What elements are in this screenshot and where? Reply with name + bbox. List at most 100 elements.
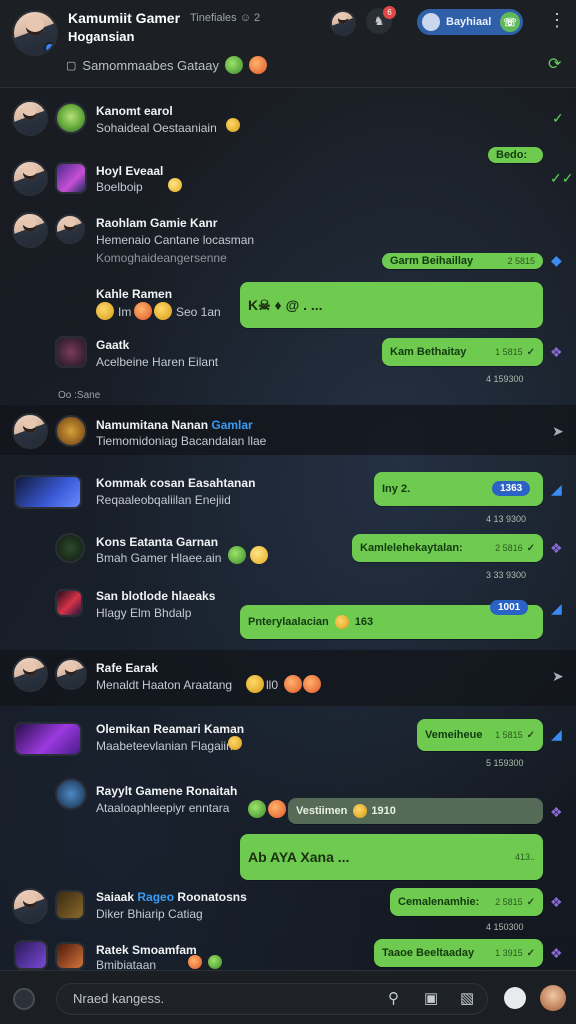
chat-preview: Sohaideal Oestaaniain [96,121,217,135]
group-avatar[interactable] [12,10,58,56]
message-bubble[interactable]: Bedo: [488,147,543,163]
chat-name[interactable]: Namumitana Nanan Gamlar [96,418,253,432]
chat-avatar[interactable] [55,336,87,368]
chat-avatar[interactable] [12,100,48,136]
voice-chat-pill[interactable]: Bayhiaal ☏ [417,9,523,35]
emoji-picker-icon[interactable] [504,987,526,1009]
read-check-icon: ✓ [552,110,564,126]
chat-avatar[interactable] [12,656,48,692]
bubble-text: Kam Bethaitay [390,346,467,358]
chat-name[interactable]: Kahle Ramen [96,287,172,301]
attach-icon[interactable] [13,988,35,1010]
bubble-text: Taaoe Beeltaaday [382,947,475,959]
bubble-text: Bedo: [496,149,528,161]
chat-avatar-secondary[interactable] [55,942,85,970]
chat-avatar-secondary[interactable] [55,890,85,920]
message-bubble[interactable]: Taaoe Beeltaaday 1 3915 ✓ [374,939,543,967]
emoji-icon [250,546,268,564]
chat-avatar[interactable] [14,722,82,756]
verified-icon [44,42,56,54]
chat-name[interactable]: Hoyl Eveaal [96,164,163,178]
forward-icon[interactable]: ➤ [552,668,564,685]
count-badge: 1001 [490,600,529,615]
chat-preview-secondary: Komoghaideangersenne [96,251,227,265]
bubble-text: Cemalenamhie: [398,896,480,908]
chat-avatar[interactable] [55,778,87,810]
send-icon[interactable]: ◆ [551,252,562,269]
message-composer: Nraed kangess. ⚲ ▣ ▧ [0,970,576,1024]
chat-name[interactable]: Olemikan Reamari Kaman [96,722,244,736]
chat-avatar[interactable] [55,533,85,563]
chat-name[interactable]: Ratek Smoamfam [96,943,197,957]
bubble-text: Ab AYA Xana ... [248,849,350,865]
chat-avatar[interactable] [14,475,82,509]
chat-avatar[interactable] [12,413,48,449]
link-icon[interactable]: ⚲ [388,989,399,1007]
chat-name[interactable]: Rayylt Gamene Ronaitah [96,784,237,798]
emoji-icon [248,800,266,818]
chat-name[interactable]: Rafe Earak [96,661,158,675]
gift-icon[interactable]: ▣ [424,989,438,1007]
message-bubble[interactable]: Kamlelehekaytalan: 2 5816 ✓ [352,534,543,562]
sticker-icon[interactable]: ❖ [550,894,563,911]
frog-emoji-icon [224,56,243,74]
send-icon[interactable]: ◢ [551,481,562,498]
sticker-icon[interactable]: ❖ [550,945,563,962]
message-bubble[interactable]: Kam Bethaitay 1 5815 ✓ [382,338,543,366]
message-bubble[interactable]: Cemalenamhie: 2 5815 ✓ [390,888,543,916]
chat-preview: Boelboip [96,180,143,194]
notification-count-badge: 6 [383,6,396,19]
chat-name[interactable]: Raohlam Gamie Kanr [96,216,217,230]
chat-preview: Hlagy Elm Bhdalp [96,606,192,620]
forward-icon[interactable]: ➤ [552,423,564,440]
date-divider: Oo :Sane [58,390,101,401]
chat-avatar[interactable] [12,212,48,248]
send-icon[interactable]: ◢ [551,600,562,617]
bubble-number: 163 [354,616,374,628]
bubble-time: 2 5816 [495,543,523,553]
read-check-icon: ✓ [526,729,535,741]
chat-avatar-secondary[interactable] [55,658,87,690]
chat-name[interactable]: Kanomt earol [96,104,173,118]
send-icon[interactable]: ◢ [551,726,562,743]
chat-avatar[interactable] [55,589,83,617]
lock-icon: ▢ [66,59,77,72]
call-icon[interactable]: ☏ [500,12,520,32]
chat-avatar-secondary[interactable] [55,102,87,134]
message-bubble[interactable]: Ab AYA Xana ... 413.. [240,834,543,880]
chat-preview-number: Seo 1an [176,305,221,319]
image-icon[interactable]: ▧ [460,989,474,1007]
chat-avatar[interactable] [12,888,48,924]
chat-avatar-secondary[interactable] [55,214,85,244]
emoji-icon [228,736,242,750]
more-options-icon[interactable]: ⋮ [548,10,566,30]
chat-name[interactable]: Gaatk [96,338,129,352]
chat-preview: Bmah Gamer Hlaee.ain [96,551,222,565]
chat-avatar[interactable] [12,160,48,196]
chat-preview-number: ll0 [266,678,279,692]
refresh-icon[interactable]: ⟳ [548,54,561,74]
chat-avatar[interactable] [14,940,48,970]
sticker-icon[interactable]: ❖ [550,344,563,361]
timestamp: 4 159300 [486,374,524,384]
message-bubble[interactable]: Vemeiheue 1 5815 ✓ [417,719,543,751]
chat-avatar-secondary[interactable] [55,162,87,194]
message-bubble[interactable]: K☠ ♦ @ . ... [240,282,543,328]
chat-name[interactable]: Kons Eatanta Garnan [96,535,218,549]
sticker-icon[interactable]: ❖ [550,540,563,557]
chat-avatar-secondary[interactable] [55,415,87,447]
user-avatar[interactable] [540,985,566,1011]
chat-name[interactable]: Saiaak Rageo Roonatosns [96,890,247,904]
chat-name[interactable]: San blotlode hlaeaks [96,589,215,603]
bubble-text: Pnterylaalacian [248,616,329,628]
message-bubble[interactable]: Vestiimen 1910 [288,798,543,824]
chat-name[interactable]: Kommak cosan Easahtanan [96,476,255,490]
group-title[interactable]: Kamumiit Gamer [68,10,180,26]
timestamp: 4 150300 [486,922,524,932]
sticker-icon[interactable]: ❖ [550,804,563,821]
emoji-icon [188,955,202,969]
message-bubble[interactable]: Garm Beihaillay 2 5815 [382,253,543,269]
read-check-icon: ✓ [526,346,535,358]
member-avatar[interactable] [330,10,356,36]
bubble-text: Garm Beihaillay [390,255,474,267]
